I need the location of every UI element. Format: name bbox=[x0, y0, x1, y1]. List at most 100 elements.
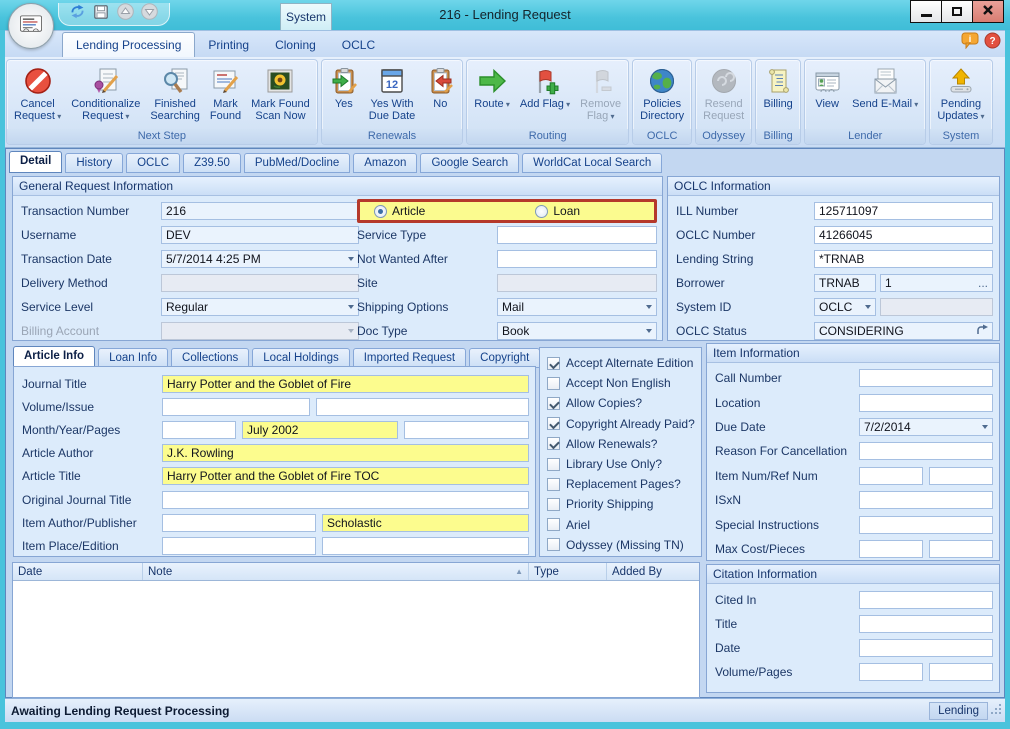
special-instructions-field[interactable] bbox=[859, 516, 993, 534]
view-tab-z3950[interactable]: Z39.50 bbox=[183, 153, 241, 173]
allow-copies-checkbox[interactable] bbox=[547, 397, 560, 410]
application-menu-button[interactable] bbox=[8, 3, 54, 49]
renew-yes-with-due-date-button[interactable]: 12 Yes With Due Date bbox=[364, 63, 420, 123]
library-use-only-checkbox[interactable] bbox=[547, 458, 560, 471]
delivery-method-field[interactable] bbox=[161, 274, 359, 292]
transaction-date-field[interactable]: 5/7/2014 4:25 PM bbox=[161, 250, 359, 268]
policies-directory-button[interactable]: Policies Directory bbox=[635, 63, 689, 123]
item-place-field[interactable] bbox=[162, 537, 316, 555]
refresh-button[interactable] bbox=[67, 5, 87, 24]
flag-row[interactable]: Accept Alternate Edition bbox=[547, 353, 697, 373]
isxn-field[interactable] bbox=[859, 491, 993, 509]
system-contextual-tab[interactable]: System bbox=[280, 3, 332, 30]
oclc-number-field[interactable]: 41266045 bbox=[814, 226, 993, 244]
system-id-select[interactable]: OCLC bbox=[814, 298, 876, 316]
item-publisher-field[interactable]: Scholastic bbox=[322, 514, 529, 532]
view-tab-pubmed-docline[interactable]: PubMed/Docline bbox=[244, 153, 350, 173]
oclc-status-field[interactable]: CONSIDERING bbox=[814, 322, 993, 340]
flag-row[interactable]: Copyright Already Paid? bbox=[547, 414, 697, 434]
item-edition-field[interactable] bbox=[322, 537, 529, 555]
article-title-field[interactable]: Harry Potter and the Goblet of Fire TOC bbox=[162, 467, 529, 485]
issue-field[interactable] bbox=[316, 398, 529, 416]
send-email-button[interactable]: Send E-Mail bbox=[847, 63, 923, 112]
due-date-field[interactable]: 7/2/2014 bbox=[859, 418, 993, 436]
column-header-added-by[interactable]: Added By bbox=[607, 563, 699, 580]
detail-tab-loan-info[interactable]: Loan Info bbox=[98, 348, 168, 368]
location-field[interactable] bbox=[859, 394, 993, 412]
view-tab-worldcat-local-search[interactable]: WorldCat Local Search bbox=[522, 153, 662, 173]
remove-flag-button[interactable]: Remove Flag bbox=[575, 63, 626, 124]
maximize-button[interactable] bbox=[941, 0, 973, 23]
request-type-loan-option[interactable]: Loan bbox=[535, 204, 580, 218]
undo-button[interactable] bbox=[115, 5, 135, 24]
view-tab-amazon[interactable]: Amazon bbox=[353, 153, 417, 173]
flag-row[interactable]: Odyssey (Missing TN) bbox=[547, 535, 697, 555]
original-journal-title-field[interactable] bbox=[162, 491, 529, 509]
flag-row[interactable]: Library Use Only? bbox=[547, 454, 697, 474]
view-tab-oclc[interactable]: OCLC bbox=[126, 153, 180, 173]
flag-row[interactable]: Replacement Pages? bbox=[547, 474, 697, 494]
system-id-extra-field[interactable] bbox=[880, 298, 993, 316]
flag-row[interactable]: Allow Copies? bbox=[547, 393, 697, 413]
conditionalize-request-button[interactable]: Conditionalize Request bbox=[66, 63, 145, 124]
citation-volume-field[interactable] bbox=[859, 663, 923, 681]
request-type-article-option[interactable]: Article bbox=[374, 204, 425, 218]
mark-found-scan-now-button[interactable]: Mark Found Scan Now bbox=[246, 63, 315, 123]
citation-pages-field[interactable] bbox=[929, 663, 993, 681]
column-header-type[interactable]: Type bbox=[529, 563, 607, 580]
replacement-pages-checkbox[interactable] bbox=[547, 478, 560, 491]
flag-row[interactable]: Accept Non English bbox=[547, 373, 697, 393]
column-header-note[interactable]: Note▲ bbox=[143, 563, 529, 580]
info-bubble-icon[interactable]: i bbox=[961, 32, 980, 54]
copyright-already-paid-checkbox[interactable] bbox=[547, 417, 560, 430]
view-tab-google-search[interactable]: Google Search bbox=[420, 153, 519, 173]
flag-row[interactable]: Allow Renewals? bbox=[547, 434, 697, 454]
cited-in-field[interactable] bbox=[859, 591, 993, 609]
item-author-field[interactable] bbox=[162, 514, 316, 532]
resize-grip[interactable] bbox=[990, 702, 1002, 720]
service-type-field[interactable] bbox=[497, 226, 657, 244]
doc-type-field[interactable]: Book bbox=[497, 322, 657, 340]
reason-for-cancellation-field[interactable] bbox=[859, 442, 993, 460]
call-number-field[interactable] bbox=[859, 369, 993, 387]
citation-date-field[interactable] bbox=[859, 639, 993, 657]
ellipsis-button[interactable]: ... bbox=[978, 276, 988, 290]
detail-tab-local-holdings[interactable]: Local Holdings bbox=[252, 348, 349, 368]
pages-field[interactable] bbox=[404, 421, 529, 439]
renew-no-button[interactable]: No bbox=[420, 63, 460, 111]
resend-request-button[interactable]: Resend Request bbox=[698, 63, 749, 123]
detail-tab-article-info[interactable]: Article Info bbox=[13, 346, 95, 368]
article-radio[interactable] bbox=[374, 205, 387, 218]
max-cost-field[interactable] bbox=[859, 540, 923, 558]
mark-found-button[interactable]: Mark Found bbox=[205, 63, 246, 123]
accept-alternate-edition-checkbox[interactable] bbox=[547, 357, 560, 370]
view-lender-button[interactable]: View bbox=[807, 63, 847, 111]
borrower-seq-field[interactable]: 1... bbox=[880, 274, 993, 292]
renew-yes-button[interactable]: Yes bbox=[324, 63, 364, 111]
month-field[interactable] bbox=[162, 421, 236, 439]
save-button[interactable] bbox=[91, 5, 111, 24]
pieces-field[interactable] bbox=[929, 540, 993, 558]
billing-button[interactable]: Billing bbox=[758, 63, 798, 111]
journal-title-field[interactable]: Harry Potter and the Goblet of Fire bbox=[162, 375, 529, 393]
billing-account-field[interactable] bbox=[161, 322, 359, 340]
pending-updates-button[interactable]: Pending Updates bbox=[932, 63, 989, 124]
add-flag-button[interactable]: Add Flag bbox=[515, 63, 575, 112]
help-icon[interactable]: ? bbox=[984, 32, 1001, 54]
item-num-field[interactable] bbox=[859, 467, 923, 485]
site-field[interactable] bbox=[497, 274, 657, 292]
redo-button[interactable] bbox=[139, 5, 159, 24]
finished-searching-button[interactable]: Finished Searching bbox=[145, 63, 205, 123]
close-button[interactable] bbox=[972, 0, 1004, 23]
citation-title-field[interactable] bbox=[859, 615, 993, 633]
allow-renewals-checkbox[interactable] bbox=[547, 437, 560, 450]
lending-string-field[interactable]: *TRNAB bbox=[814, 250, 993, 268]
cancel-request-button[interactable]: Cancel Request bbox=[9, 63, 66, 124]
ill-number-field[interactable]: 125711097 bbox=[814, 202, 993, 220]
volume-field[interactable] bbox=[162, 398, 310, 416]
view-tab-history[interactable]: History bbox=[65, 153, 123, 173]
year-field[interactable]: July 2002 bbox=[242, 421, 398, 439]
detail-tab-copyright[interactable]: Copyright bbox=[469, 348, 540, 368]
priority-shipping-checkbox[interactable] bbox=[547, 498, 560, 511]
service-level-field[interactable]: Regular bbox=[161, 298, 359, 316]
